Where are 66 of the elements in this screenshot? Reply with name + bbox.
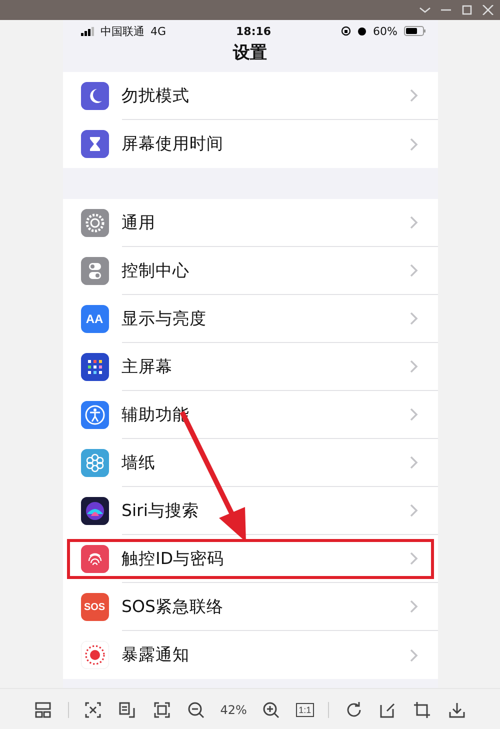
page-title: 设置 [233,43,267,63]
zoom-out-icon[interactable] [186,700,206,720]
row-label: 屏幕使用时间 [122,133,224,155]
settings-row[interactable]: 暴露通知 [62,631,438,679]
alarm-icon [357,26,368,36]
fit-screen-icon[interactable] [82,700,103,720]
orb-icon [80,497,108,525]
row-label: 通用 [122,212,156,234]
battery-percent: 60% [373,24,398,38]
status-time: 18:16 [236,24,272,38]
fingerprint-icon [80,545,108,573]
actual-size-button[interactable]: 1:1 [296,702,314,716]
row-label: Siri与搜索 [122,500,199,522]
flower-icon [80,449,108,477]
hourglass-icon [80,130,108,158]
settings-row[interactable]: SOS SOS紧急联络 [62,583,438,631]
row-label: 触控ID与密码 [122,548,224,570]
crop-icon[interactable] [412,700,432,720]
chevron-icon [410,504,418,517]
toggle-icon [80,257,108,285]
moon-icon [80,82,108,110]
sun-dots-icon [80,641,108,669]
carrier-name: 中国联通 [100,24,144,38]
layout-icon[interactable] [33,700,54,720]
row-label: 显示与亮度 [122,308,206,330]
settings-row[interactable]: 通用 [62,199,438,247]
settings-row[interactable]: 主屏幕 [62,343,438,391]
chevron-icon [410,552,418,565]
chevron-icon [410,138,418,150]
chevron-icon [410,600,418,613]
app-icon: SOS [80,593,108,621]
row-label: 墙纸 [122,452,156,474]
settings-row[interactable]: AA 显示与亮度 [62,295,438,343]
chevron-icon [410,648,418,662]
gear-icon [80,209,108,237]
rotation-lock-icon [341,26,352,36]
app-grid-icon [80,353,108,381]
chevron-icon [410,89,418,102]
zoom-in-icon[interactable] [261,700,282,720]
chevron-icon [410,456,418,469]
chevron-icon [410,312,418,325]
chevron-icon [410,360,418,373]
accessibility-icon [80,401,108,429]
zoom-level: 42% [220,702,247,716]
settings-row[interactable]: 勿扰模式 [62,72,438,120]
chevron-icon [410,216,418,229]
settings-row[interactable]: 屏幕使用时间 [62,120,438,168]
settings-row[interactable]: 控制中心 [62,247,438,295]
chevron-down-icon[interactable] [419,5,431,15]
row-label: 暴露通知 [122,644,190,666]
maximize-icon[interactable] [461,5,473,15]
row-label: 控制中心 [122,260,190,282]
chevron-icon [410,408,418,421]
chevron-icon [410,264,418,277]
row-label: 勿扰模式 [122,84,190,106]
app-icon: AA [80,305,108,333]
battery-icon [404,26,426,36]
signal-icon [80,26,94,36]
close-icon[interactable] [482,5,494,15]
network-type: 4G [150,24,166,38]
row-label: 主屏幕 [122,356,172,378]
settings-row[interactable]: 触控ID与密码 [62,535,438,583]
image-text-icon[interactable] [117,700,138,720]
settings-row[interactable]: 墙纸 [62,439,438,487]
row-label: SOS紧急联络 [122,596,224,618]
frame-icon[interactable] [152,700,172,720]
